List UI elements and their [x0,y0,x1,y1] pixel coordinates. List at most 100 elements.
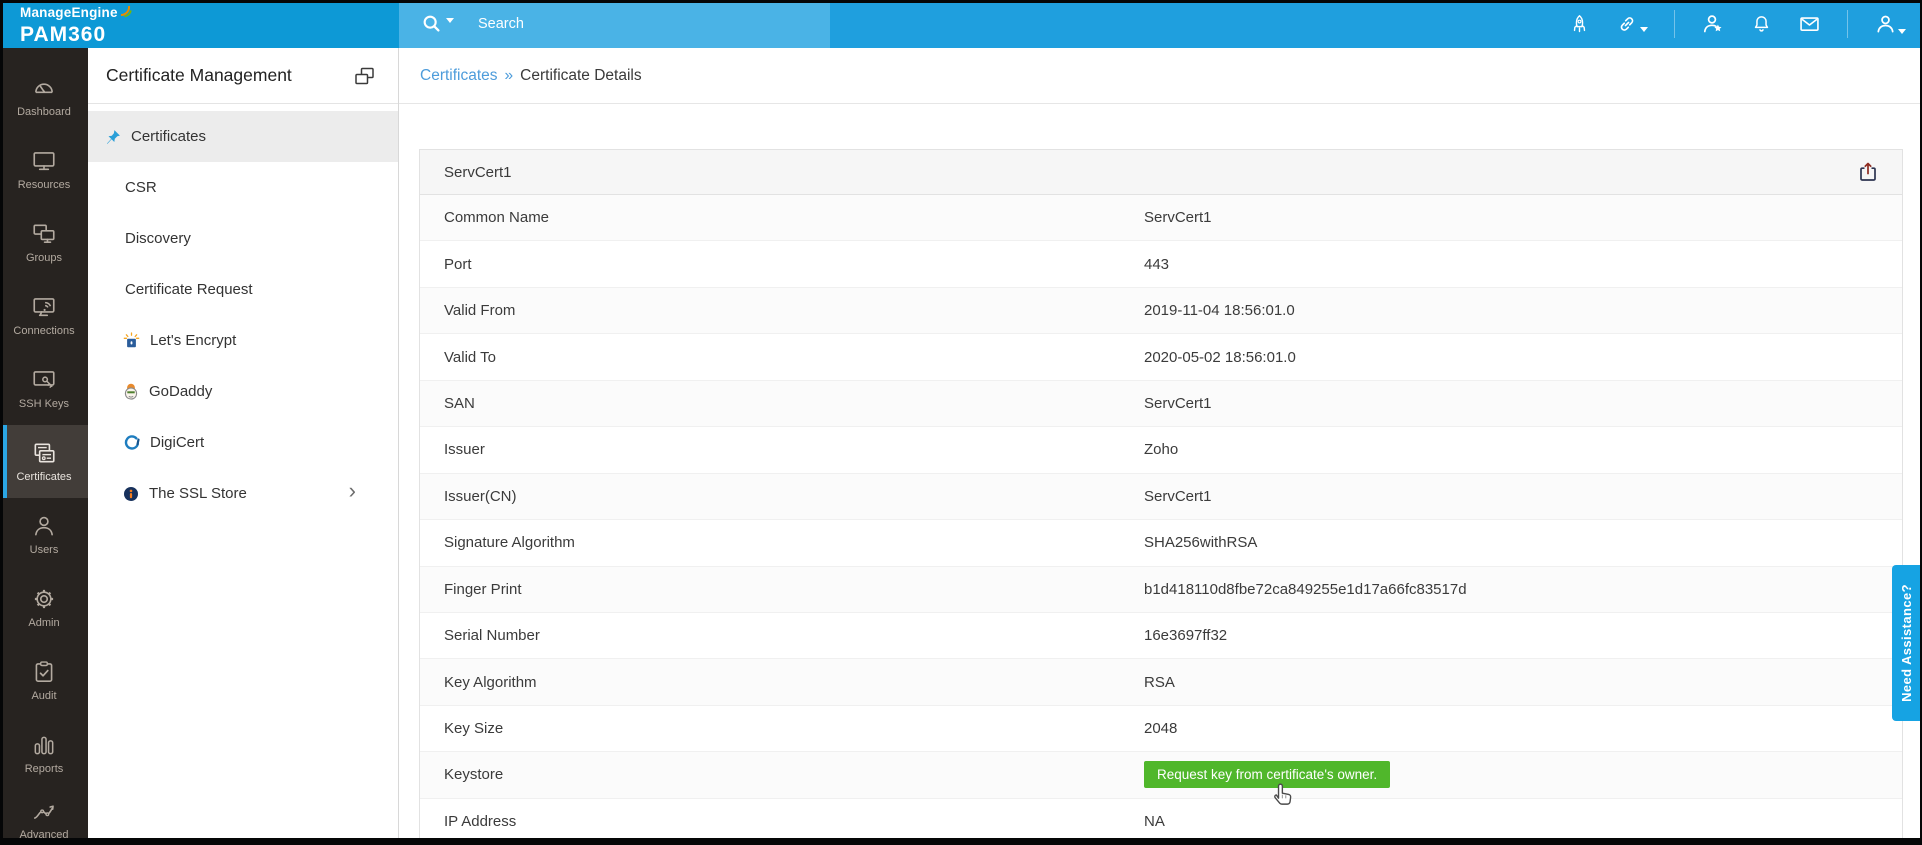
row-label: Valid From [444,302,516,320]
row-value: 443 [1144,255,1170,273]
user-icon[interactable] [1874,12,1906,36]
sidebar-item-advanced-analytics[interactable]: Advanced Analytics [0,790,88,845]
sidebar-title: Certificate Management [106,65,292,85]
sidebar-item-resources[interactable]: Resources [0,133,88,206]
row-value: b1d418110d8fbe72ca849255e1d17a66fc83517d [1144,580,1467,598]
table-row: Key Size 2048 [420,706,1902,753]
brand-swoosh-icon [119,4,132,23]
remote-connection-icon [33,297,55,316]
certificate-name-title: ServCert1 [444,163,512,181]
user-icon [35,516,53,536]
row-label: Keystore [444,766,504,784]
row-value: ServCert1 [1144,209,1212,227]
trend-scatter-icon [33,805,54,820]
row-label: Port [444,255,472,273]
lets-encrypt-icon [123,332,140,349]
topbar-divider [1847,10,1848,38]
detail-rows: Common Name ServCert1 Port 443 Valid Fro… [420,195,1902,845]
request-key-button[interactable]: Request key from certificate's owner. [1144,761,1391,789]
search-placeholder[interactable]: Search [478,16,524,32]
global-search[interactable]: Search [399,0,830,48]
clipboard-check-icon [35,661,53,682]
sidebar-item-ssh-keys[interactable]: SSH Keys [0,352,88,425]
row-label: Issuer(CN) [444,487,517,505]
export-icon [1856,160,1880,184]
pin-icon [105,129,121,145]
row-value: Zoho [1144,441,1179,459]
breadcrumb: Certificates » Certificate Details [399,48,1922,104]
export-button[interactable] [1854,158,1882,186]
table-row: Valid From 2019-11-04 18:56:01.0 [420,287,1902,335]
menu-item-digicert[interactable]: DigiCert [88,417,398,468]
menu-item-certificate-request[interactable]: Certificate Request [88,264,398,315]
monitor-icon [33,151,55,170]
row-label: Common Name [444,209,550,227]
table-row: Issuer(CN) ServCert1 [420,473,1902,521]
menu-item-certificates[interactable]: Certificates [88,111,398,162]
table-row: Serial Number 16e3697ff32 [420,613,1902,660]
table-row: Signature Algorithm SHA256withRSA [420,520,1902,567]
brand-section: ManageEngine PAM360 [0,0,399,48]
row-label: Key Algorithm [444,673,537,691]
ssh-key-icon [33,370,55,388]
need-assistance-tab[interactable]: Need Assistance? [1892,565,1920,721]
godaddy-icon [123,383,139,401]
pam360-app: ManageEngine PAM360 Search Dashboard Res… [0,0,1922,845]
menu-item-discovery[interactable]: Discovery [88,213,398,264]
topbar-divider [1674,10,1675,38]
sidebar-item-users[interactable]: Users [0,498,88,571]
table-row: SAN ServCert1 [420,380,1902,428]
table-row: Valid To 2020-05-02 18:56:01.0 [420,334,1902,381]
sidebar-item-admin[interactable]: Admin [0,571,88,644]
sidebar-item-certificates[interactable]: Certificates [0,425,88,498]
sidebar-item-dashboard[interactable]: Dashboard [0,60,88,133]
mail-icon[interactable] [1798,12,1821,36]
breadcrumb-certificates-link[interactable]: Certificates [420,67,498,85]
window-switcher-icon[interactable] [353,65,376,87]
search-scope-caret-icon[interactable] [446,17,454,23]
gear-icon [34,589,54,608]
link-icon[interactable] [1616,12,1648,36]
row-label: Issuer [444,441,485,459]
row-label: Signature Algorithm [444,534,575,552]
gauge-icon [35,83,53,93]
sidebar-menu: Certificates CSR Discovery Certificate R… [88,104,398,519]
sidebar-item-connections[interactable]: Connections [0,279,88,352]
sidebar-item-audit[interactable]: Audit [0,644,88,717]
certificate-icon [34,443,55,463]
user-star-icon[interactable] [1701,12,1725,36]
menu-item-godaddy[interactable]: GoDaddy [88,366,398,417]
table-row: Finger Print b1d418110d8fbe72ca849255e1d… [420,566,1902,613]
row-value: SHA256withRSA [1144,534,1258,552]
table-row: Key Algorithm RSA [420,659,1902,706]
table-row: Issuer Zoho [420,427,1902,474]
menu-item-csr[interactable]: CSR [88,162,398,213]
row-value: Request key from certificate's owner. [1144,761,1391,789]
top-bar: ManageEngine PAM360 Search [0,0,1922,48]
brand-name: ManageEngine [20,5,118,20]
row-value: 2020-05-02 18:56:01.0 [1144,348,1296,366]
brand-logo[interactable]: ManageEngine PAM360 [20,4,132,46]
row-value: 2019-11-04 18:56:01.0 [1144,302,1295,320]
chevron-right-icon: › [348,478,356,503]
bar-chart-icon [34,736,54,755]
rocket-icon[interactable] [1569,12,1590,36]
monitors-icon [33,224,55,243]
ssl-store-icon [123,486,139,502]
table-row-keystore: Keystore Request key from certificate's … [420,752,1902,799]
top-icon-bar [1569,0,1906,48]
bell-icon[interactable] [1751,12,1772,36]
table-row: IP Address NA [420,799,1902,845]
sidebar-item-reports[interactable]: Reports [0,717,88,790]
row-label: Valid To [444,348,496,366]
row-value: ServCert1 [1144,394,1212,412]
need-assistance-label: Need Assistance? [1898,584,1914,702]
sidebar-item-groups[interactable]: Groups [0,206,88,279]
card-header: ServCert1 [420,150,1902,195]
menu-item-lets-encrypt[interactable]: Let's Encrypt [88,315,398,366]
search-icon[interactable] [421,13,443,35]
row-value: 16e3697ff32 [1144,627,1228,645]
row-value: 2048 [1144,720,1178,738]
certificate-details-card: ServCert1 Common Name ServCert1 Port 443… [419,149,1903,845]
menu-item-ssl-store[interactable]: The SSL Store › [88,468,398,519]
